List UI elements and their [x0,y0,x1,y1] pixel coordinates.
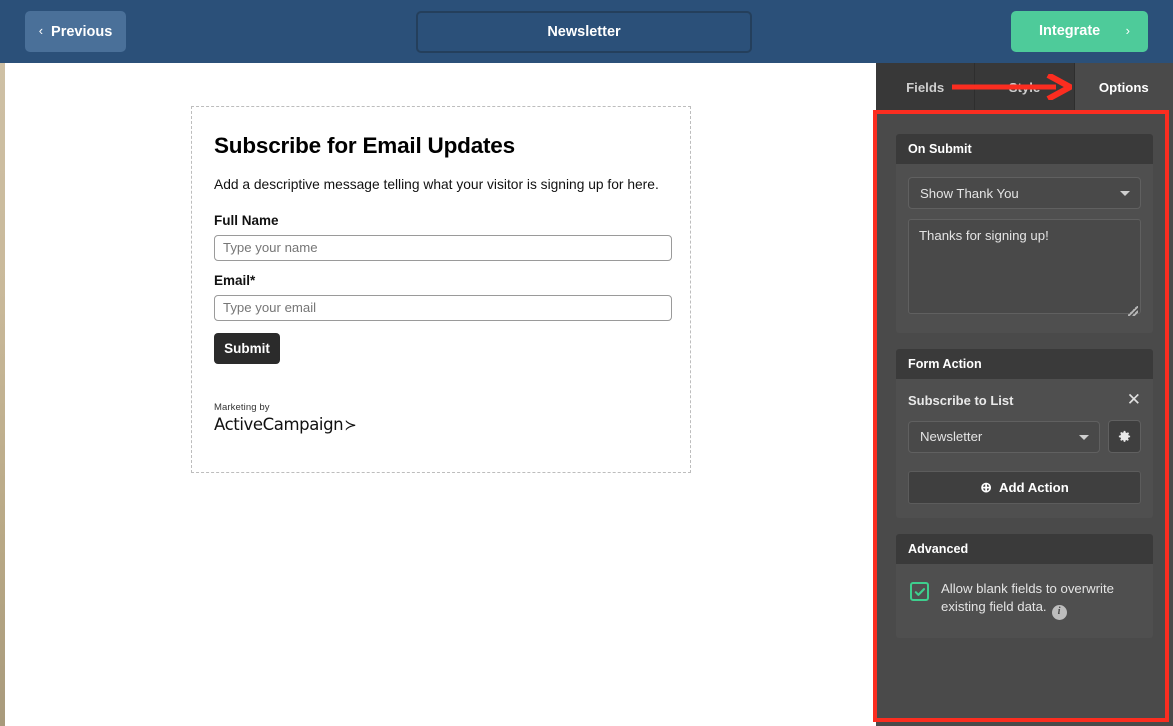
branding-marketing-by: Marketing by [214,401,270,413]
thank-you-message-textarea[interactable] [908,219,1141,314]
tab-options-label: Options [1098,79,1149,95]
list-settings-button[interactable] [1108,420,1141,453]
on-submit-select[interactable]: Show Thank You [908,177,1141,209]
sidebar-tabs: Fields Style Options [876,63,1173,111]
form-preview-container[interactable]: Subscribe for Email Updates Add a descri… [191,106,691,473]
list-select-value: Newsletter [920,429,983,444]
tab-fields-label: Fields [906,79,945,95]
email-label: Email* [214,272,256,288]
close-icon[interactable]: ✕ [1127,392,1141,409]
add-action-button[interactable]: ⊕ Add Action [908,471,1141,504]
info-icon[interactable]: i [1051,604,1067,620]
subscribe-to-list-label: Subscribe to List [908,393,1014,408]
tab-options[interactable]: Options [1074,63,1173,111]
options-sidebar: Fields Style Options On Submit Show Than… [876,63,1173,726]
chevron-down-icon [1079,434,1089,440]
previous-button[interactable]: ‹ Previous [25,11,126,52]
options-panel-body: On Submit Show Thank You Form Action [876,111,1173,726]
form-action-card: Form Action Subscribe to List ✕ Newslett… [896,349,1153,518]
full-name-placeholder: Type your name [223,240,318,256]
email-placeholder: Type your email [223,300,317,316]
integrate-button-label: Integrate [1039,23,1101,39]
gear-icon [1118,430,1131,442]
subscribe-to-list-row: Subscribe to List ✕ [908,392,1141,409]
plus-circle-icon: ⊕ [980,479,992,495]
activecampaign-arrow-icon: ≻ [344,415,357,434]
integrate-button[interactable]: Integrate › [1011,11,1148,52]
form-field-email[interactable]: Email* Type your email [214,272,672,321]
on-submit-card: On Submit Show Thank You [896,134,1153,333]
form-action-card-title: Form Action [896,349,1153,379]
submit-button[interactable]: Submit [214,332,280,364]
form-title-field[interactable]: Newsletter [416,11,752,53]
activecampaign-logo: ActiveCampaign≻ [214,415,668,434]
tab-style[interactable]: Style [975,63,1075,111]
on-submit-select-value: Show Thank You [920,185,1019,201]
advanced-card: Advanced Allow blank fields to overwrite… [896,534,1153,638]
allow-blank-fields-row: Allow blank fields to overwrite existing… [941,580,1139,620]
form-field-full-name[interactable]: Full Name Type your name [214,212,672,261]
top-toolbar: ‹ Previous Newsletter Integrate › [0,0,1173,63]
form-canvas: Subscribe for Email Updates Add a descri… [5,63,876,726]
tab-fields[interactable]: Fields [876,63,976,111]
add-action-label: Add Action [998,480,1069,495]
checkmark-icon [914,587,925,596]
activecampaign-wordmark: ActiveCampaign [214,414,344,434]
app-root: ‹ Previous Newsletter Integrate › Subscr… [0,0,1173,726]
full-name-input[interactable]: Type your name [214,234,672,261]
chevron-right-icon: › [1125,23,1130,38]
tab-style-label: Style [1008,79,1041,95]
previous-button-label: Previous [51,23,113,40]
allow-blank-fields-checkbox[interactable] [910,582,929,601]
full-name-label: Full Name [214,212,279,228]
branding-block[interactable]: Marketing by ActiveCampaign≻ [214,402,668,434]
allow-blank-fields-label: Allow blank fields to overwrite existing… [941,581,1114,615]
form-description[interactable]: Add a descriptive message telling what y… [214,176,668,195]
form-title-text: Newsletter [547,24,621,40]
advanced-card-title: Advanced [896,534,1153,564]
chevron-left-icon: ‹ [38,23,44,38]
email-input[interactable]: Type your email [214,294,672,321]
on-submit-card-title: On Submit [896,134,1153,164]
list-select[interactable]: Newsletter [908,420,1100,453]
form-heading[interactable]: Subscribe for Email Updates [214,133,668,159]
submit-button-label: Submit [224,340,270,356]
chevron-down-icon [1120,191,1130,196]
